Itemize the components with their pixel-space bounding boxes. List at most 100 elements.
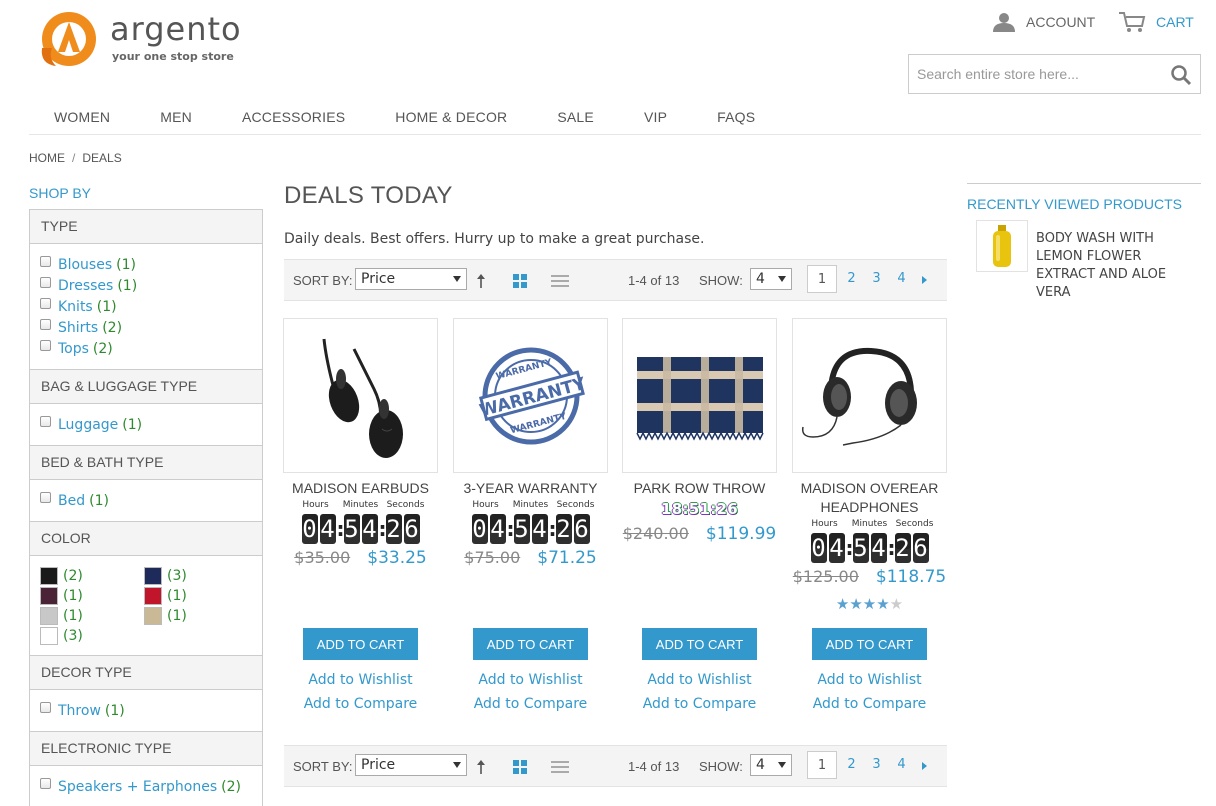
add-to-wishlist-link[interactable]: Add to Wishlist [283,668,438,692]
filter-option[interactable]: Blouses (1) [40,254,252,275]
color-swatch-option[interactable]: (1) [144,586,248,605]
filter-title-color[interactable]: COLOR [30,522,262,556]
search-input[interactable] [909,55,1159,93]
add-to-cart-button[interactable]: ADD TO CART [473,628,588,660]
add-to-cart-button[interactable]: ADD TO CART [303,628,418,660]
nav-item-accessories[interactable]: ACCESSORIES [217,104,370,134]
color-swatch[interactable] [40,586,58,605]
next-page-icon[interactable] [914,265,934,293]
filter-option-label[interactable]: Dresses [58,278,113,294]
checkbox[interactable] [40,319,51,330]
filter-option[interactable]: Dresses (1) [40,275,252,296]
filter-option-label[interactable]: Throw [58,703,101,719]
page-link[interactable]: 2 [839,751,864,779]
list-view-icon[interactable] [550,759,570,775]
sort-direction-icon[interactable] [475,759,487,775]
page-link[interactable]: 4 [889,265,914,293]
product-name[interactable]: MADISON OVEREAR HEADPHONES [792,479,947,517]
page-link[interactable]: 2 [839,265,864,293]
color-swatch-option[interactable]: (1) [40,606,144,625]
checkbox[interactable] [40,298,51,309]
add-to-wishlist-link[interactable]: Add to Wishlist [622,668,777,692]
checkbox[interactable] [40,492,51,503]
filter-option-label[interactable]: Knits [58,299,93,315]
color-swatch[interactable] [144,566,162,585]
checkbox[interactable] [40,416,51,427]
filter-option[interactable]: Bed (1) [40,490,252,511]
product-name[interactable]: 3-YEAR WARRANTY [453,479,608,498]
checkbox[interactable] [40,256,51,267]
breadcrumb-home[interactable]: HOME [29,151,65,165]
filter-option[interactable]: Tops (2) [40,338,252,359]
checkbox[interactable] [40,778,51,789]
limit-select[interactable]: 4 [750,754,792,776]
recently-viewed-thumbnail[interactable] [976,220,1028,272]
color-swatch-option[interactable]: (1) [144,606,248,625]
add-to-wishlist-link[interactable]: Add to Wishlist [453,668,608,692]
page-link[interactable]: 4 [889,751,914,779]
add-to-wishlist-link[interactable]: Add to Wishlist [792,668,947,692]
sort-direction-icon[interactable] [475,273,487,289]
page-link[interactable]: 3 [864,265,889,293]
filter-option-label[interactable]: Bed [58,493,85,509]
filter-option[interactable]: Shirts (2) [40,317,252,338]
nav-item-men[interactable]: MEN [135,104,217,134]
filter-title-bed[interactable]: BED & BATH TYPE [30,446,262,480]
add-to-compare-link[interactable]: Add to Compare [792,692,947,716]
product-name[interactable]: PARK ROW THROW [622,479,777,498]
page-link[interactable]: 3 [864,751,889,779]
color-swatch[interactable] [40,566,58,585]
filter-option[interactable]: Speakers + Earphones (2) [40,776,252,797]
filter-option-label[interactable]: Luggage [58,417,118,433]
filter-option-label[interactable]: Speakers + Earphones [58,779,217,795]
add-to-compare-link[interactable]: Add to Compare [453,692,608,716]
product-image[interactable] [622,318,777,473]
filter-title-bag[interactable]: BAG & LUGGAGE TYPE [30,370,262,404]
nav-item-home-decor[interactable]: HOME & DECOR [370,104,532,134]
filter-option[interactable]: Throw (1) [40,700,252,721]
search-icon[interactable] [1170,64,1192,86]
product-image[interactable] [792,318,947,473]
color-swatch-option[interactable]: (3) [40,626,144,645]
filter-option-label[interactable]: Blouses [58,257,112,273]
filter-title-electronic[interactable]: ELECTRONIC TYPE [30,732,262,766]
recently-viewed-product-name[interactable]: BODY WASH WITH LEMON FLOWER EXTRACT AND … [1036,230,1186,302]
checkbox[interactable] [40,702,51,713]
filter-option-label[interactable]: Shirts [58,320,98,336]
product-image[interactable] [283,318,438,473]
nav-item-vip[interactable]: VIP [619,104,692,134]
color-swatch[interactable] [144,586,162,605]
add-to-cart-button[interactable]: ADD TO CART [812,628,927,660]
add-to-compare-link[interactable]: Add to Compare [622,692,777,716]
checkbox[interactable] [40,277,51,288]
add-to-compare-link[interactable]: Add to Compare [283,692,438,716]
product-name[interactable]: MADISON EARBUDS [283,479,438,498]
product-image[interactable]: WARRANTY WARRANTY WARRANTY [453,318,608,473]
grid-view-icon[interactable] [512,759,528,775]
logo[interactable]: argento your one stop store [38,8,241,70]
color-swatch-option[interactable]: (2) [40,566,144,585]
list-view-icon[interactable] [550,273,570,289]
color-swatch[interactable] [40,606,58,625]
grid-view-icon[interactable] [512,273,528,289]
filter-title-type[interactable]: TYPE [30,210,262,244]
filter-title-decor[interactable]: DECOR TYPE [30,656,262,690]
add-to-cart-button[interactable]: ADD TO CART [642,628,757,660]
filter-option-label[interactable]: Tops [58,341,89,357]
nav-item-faqs[interactable]: FAQS [692,104,780,134]
color-swatch-option[interactable]: (3) [144,566,248,585]
color-swatch-option[interactable]: (1) [40,586,144,605]
sort-select[interactable]: Price [355,754,467,776]
filter-option[interactable]: Knits (1) [40,296,252,317]
sort-select[interactable]: Price [355,268,467,290]
account-link[interactable]: ACCOUNT [992,10,1095,34]
nav-item-women[interactable]: WOMEN [29,104,135,134]
color-swatch[interactable] [40,626,58,645]
checkbox[interactable] [40,340,51,351]
cart-link[interactable]: CART [1118,10,1194,34]
limit-select[interactable]: 4 [750,268,792,290]
filter-option[interactable]: Luggage (1) [40,414,252,435]
next-page-icon[interactable] [914,751,934,779]
nav-item-sale[interactable]: SALE [532,104,619,134]
color-swatch[interactable] [144,606,162,625]
